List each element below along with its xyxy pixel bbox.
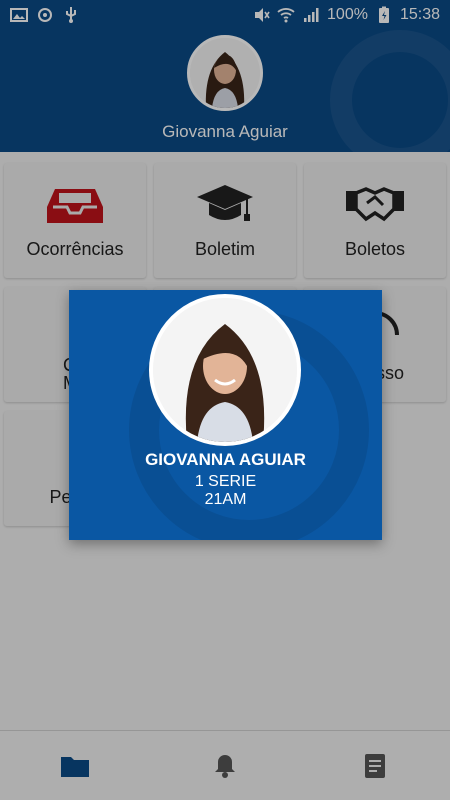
student-class: 21AM xyxy=(204,491,247,508)
student-grade: 1 SERIE xyxy=(194,473,257,490)
student-photo-large xyxy=(153,298,297,442)
student-avatar-large xyxy=(149,294,301,446)
student-info-dialog: GIOVANNA AGUIAR 1 SERIE 21AM xyxy=(69,290,382,540)
student-name: GIOVANNA AGUIAR xyxy=(145,450,306,469)
